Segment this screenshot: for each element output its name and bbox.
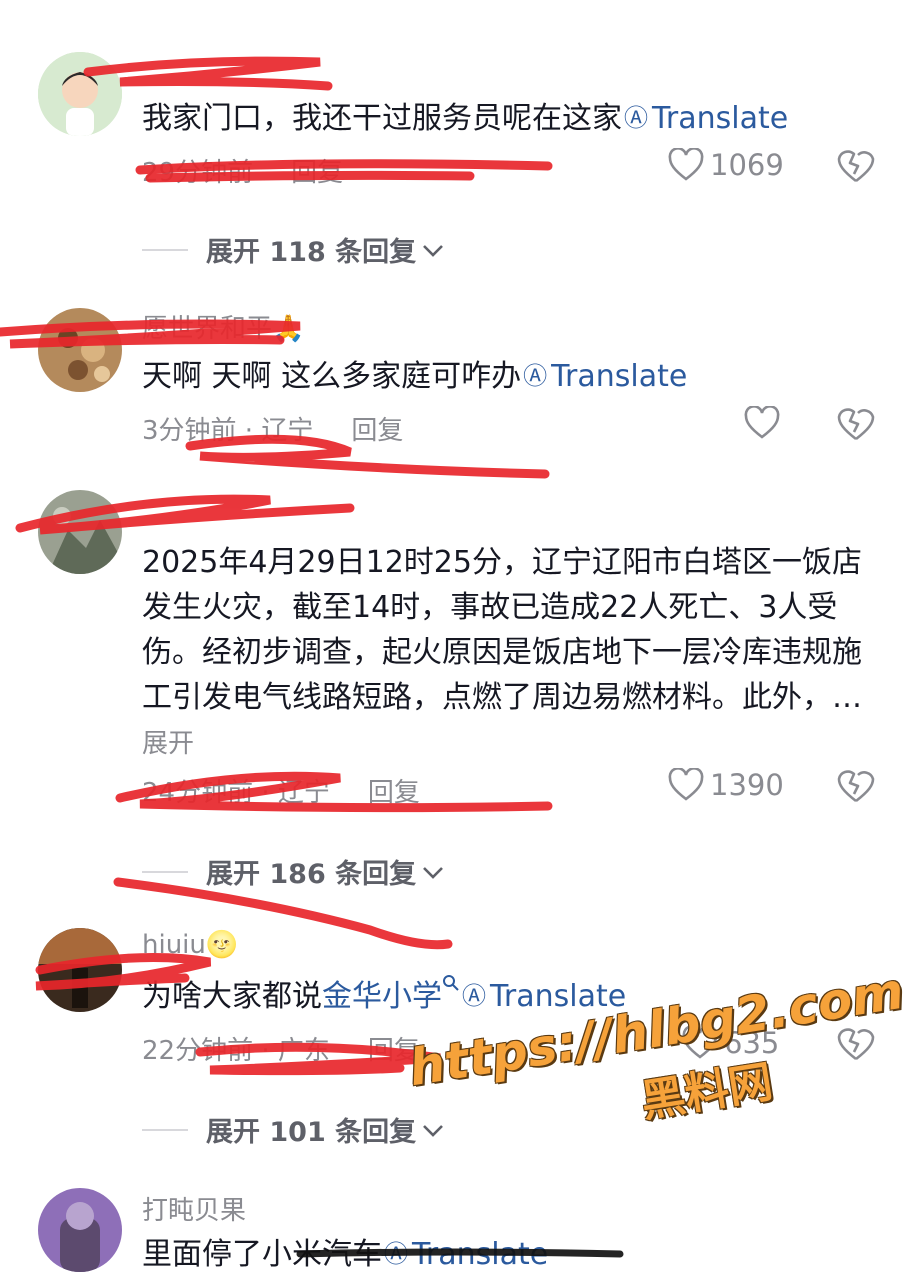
- divider: [142, 248, 188, 251]
- expand-replies-button[interactable]: 展开 101 条回复: [142, 1110, 444, 1149]
- username[interactable]: 愿世界和平🙏: [142, 308, 304, 345]
- dislike-button[interactable]: [836, 148, 876, 186]
- search-link[interactable]: 金华小学: [322, 975, 460, 1014]
- comment-text: 里面停了小米汽车Ⓐ Translate: [142, 1232, 882, 1277]
- comment-meta: 3分钟前 · 辽宁 回复: [142, 410, 403, 447]
- dislike-button[interactable]: [836, 768, 876, 806]
- heart-broken-icon: [837, 770, 875, 803]
- translate-icon: Ⓐ: [462, 982, 486, 1010]
- like-count: 1069: [710, 148, 784, 182]
- expand-replies-button[interactable]: 展开 118 条回复: [142, 230, 444, 269]
- comment-text: 2025年4月29日12时25分，辽宁辽阳市白塔区一饭店发生火灾，截至14时，事…: [142, 540, 882, 767]
- translate-icon: Ⓐ: [523, 362, 548, 390]
- expand-replies-label: 展开 118 条回复: [206, 237, 417, 268]
- comment-body: 里面停了小米汽车: [142, 1237, 382, 1272]
- expand-replies-label: 展开 101 条回复: [206, 1117, 417, 1148]
- like-count: 1390: [710, 768, 784, 802]
- chevron-down-icon: [422, 856, 444, 887]
- reply-button[interactable]: 回复: [368, 778, 420, 808]
- heart-broken-icon: [837, 408, 875, 441]
- like-button[interactable]: 1069: [668, 148, 784, 182]
- heart-icon: [668, 148, 704, 181]
- search-icon: [442, 975, 460, 1014]
- avatar[interactable]: [38, 52, 122, 136]
- timestamp: 3分钟前 · 辽宁: [142, 416, 314, 446]
- translate-link[interactable]: Ⓐ Translate: [622, 101, 788, 136]
- comment-meta: 29分钟前 回复: [142, 152, 343, 189]
- username[interactable]: hiuiu🌝: [142, 930, 238, 960]
- avatar[interactable]: [38, 1188, 122, 1272]
- comment-body: 天啊 天啊 这么多家庭可咋办: [142, 359, 522, 394]
- chevron-down-icon: [422, 234, 444, 265]
- heart-icon: [668, 768, 704, 801]
- heart-icon: [744, 406, 780, 439]
- translate-link[interactable]: Ⓐ Translate: [382, 1237, 548, 1272]
- avatar[interactable]: [38, 490, 122, 574]
- expand-text-button[interactable]: 展开: [142, 729, 194, 759]
- reply-button[interactable]: 回复: [291, 158, 343, 188]
- expand-replies-button[interactable]: 展开 186 条回复: [142, 852, 444, 891]
- translate-icon: Ⓐ: [384, 1240, 408, 1268]
- username[interactable]: 打盹贝果: [142, 1190, 246, 1227]
- comment-body: 我家门口，我还干过服务员呢在这家: [142, 101, 622, 136]
- reply-button[interactable]: 回复: [351, 416, 403, 446]
- like-button[interactable]: [744, 406, 780, 440]
- dislike-button[interactable]: [836, 406, 876, 444]
- timestamp: 29分钟前: [142, 158, 254, 188]
- heart-broken-icon: [837, 150, 875, 183]
- expand-replies-label: 展开 186 条回复: [206, 859, 417, 890]
- timestamp: 22分钟前 · 广东: [142, 1036, 330, 1066]
- comment-body: 2025年4月29日12时25分，辽宁辽阳市白塔区一饭店发生火灾，截至14时，事…: [142, 545, 862, 715]
- divider: [142, 1128, 188, 1131]
- comment-text: 我家门口，我还干过服务员呢在这家Ⓐ Translate: [142, 96, 882, 141]
- avatar[interactable]: [38, 928, 122, 1012]
- comment-meta: 24分钟前 · 辽宁 回复: [142, 772, 420, 809]
- comment-meta: 22分钟前 · 广东 回复: [142, 1030, 420, 1067]
- comment-text: 天啊 天啊 这么多家庭可咋办Ⓐ Translate: [142, 354, 882, 399]
- divider: [142, 870, 188, 873]
- avatar[interactable]: [38, 308, 122, 392]
- timestamp: 24分钟前 · 辽宁: [142, 778, 330, 808]
- comment-body: 为啥大家都说: [142, 979, 322, 1014]
- translate-icon: Ⓐ: [624, 104, 648, 132]
- like-button[interactable]: 1390: [668, 768, 784, 802]
- translate-link[interactable]: Ⓐ Translate: [521, 359, 687, 394]
